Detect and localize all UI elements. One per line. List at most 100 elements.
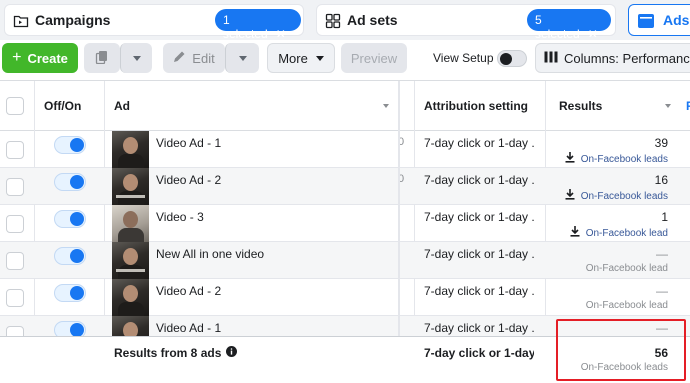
results-summary-label: Results from 8 ads [114,346,238,360]
ad-sets-selected-pill[interactable]: 5 selected ✕ [527,9,611,41]
highlight-annotation-box [556,319,686,381]
columns-label: Columns: Performance [564,50,690,66]
header-ad[interactable]: Ad [114,99,130,113]
result-type[interactable]: On-Facebook lead [570,226,668,240]
toggle-knob [70,249,84,263]
ad-status-toggle[interactable] [54,210,86,228]
ad-sets-selected-count: 5 selected [535,13,580,41]
row-checkbox[interactable] [6,141,24,159]
tab-ad-sets[interactable]: Ad sets 5 selected ✕ [316,4,616,41]
attribution-cell: 7-day click or 1-day ... [424,173,534,187]
create-button[interactable]: + Create [2,43,78,73]
tab-campaigns[interactable]: Campaigns 1 selected ✕ [4,4,304,41]
ad-status-toggle[interactable] [54,284,86,302]
tab-ads[interactable]: Ads [628,4,690,36]
create-label: Create [27,50,68,66]
ad-status-toggle[interactable] [54,136,86,154]
toggle-knob [70,138,84,152]
sort-caret-icon[interactable] [665,104,671,108]
header-attribution-setting[interactable]: Attribution setting [424,99,528,113]
table-row[interactable]: Video Ad - 2 0 7-day click or 1-day ... … [0,168,690,205]
grid-icon [325,13,341,34]
edit-dropdown-button[interactable] [225,43,259,73]
chevron-down-icon [315,55,324,61]
toolbar: + Create Edit More Preview View Setup Co… [0,40,690,80]
ad-status-toggle[interactable] [54,173,86,191]
plus-icon: + [12,49,22,66]
edit-label: Edit [192,50,215,66]
ad-name[interactable]: Video Ad - 2 [156,173,221,187]
ad-name[interactable]: New All in one video [156,247,264,261]
edit-button[interactable]: Edit [163,43,225,73]
attribution-cell: 7-day click or 1-day ... [424,136,534,150]
close-icon[interactable]: ✕ [276,27,286,41]
row-checkbox[interactable] [6,289,24,307]
ad-name[interactable]: Video Ad - 1 [156,321,221,335]
ad-thumbnail[interactable] [112,131,149,168]
summary-label-text: Results from 8 ads [114,346,222,360]
ad-status-toggle[interactable] [54,247,86,265]
attribution-cell: 7-day click or 1-day ... [424,284,534,298]
row-checkbox[interactable] [6,252,24,270]
result-type[interactable]: On-Facebook leads [565,189,668,203]
ad-thumbnail[interactable] [112,242,149,279]
toggle-knob [70,286,84,300]
table-row[interactable]: New All in one video 7-day click or 1-da… [0,242,690,279]
table-row[interactable]: Video Ad - 2 7-day click or 1-day ... — … [0,279,690,316]
row-checkbox[interactable] [6,215,24,233]
result-value: — [656,284,668,298]
table-row[interactable]: Video Ad - 1 0 7-day click or 1-day ... … [0,131,690,168]
header-results[interactable]: Results [559,99,602,113]
result-value: 1 [661,210,668,224]
preview-button[interactable]: Preview [341,43,407,73]
duplicate-button[interactable] [84,43,120,73]
ad-thumbnail[interactable] [112,279,149,316]
close-icon[interactable]: ✕ [588,27,598,41]
toggle-knob [70,175,84,189]
ad-icon [637,13,655,34]
chevron-down-icon [238,55,247,61]
header-next-column-edge: R [686,99,690,113]
info-icon[interactable] [226,346,238,360]
result-type-label: On-Facebook lead [585,300,668,311]
campaigns-selected-count: 1 selected [223,13,268,41]
result-value: 16 [654,173,668,187]
download-icon[interactable] [565,189,575,203]
table-row[interactable]: Video - 3 7-day click or 1-day ... 1 On-… [0,205,690,242]
view-setup-label: View Setup [433,51,494,65]
result-type: On-Facebook lead [586,300,668,311]
ad-name[interactable]: Video Ad - 2 [156,284,221,298]
duplicate-dropdown-button[interactable] [120,43,152,73]
download-icon[interactable] [565,152,575,166]
result-value: — [656,247,668,261]
preview-label: Preview [350,50,398,66]
attribution-cell: 7-day click or 1-day ... [424,247,534,261]
view-setup-toggle[interactable] [497,50,527,67]
more-button[interactable]: More [267,43,335,73]
ad-thumbnail[interactable] [112,168,149,205]
tab-campaigns-label: Campaigns [35,12,111,28]
ad-name[interactable]: Video - 3 [156,210,204,224]
ads-table: Off/On Ad Attribution setting Results R … [0,80,690,383]
columns-button[interactable]: Columns: Performance [535,43,690,73]
folder-icon [13,13,29,34]
tab-ads-label: Ads [663,12,690,28]
duplicate-icon [95,50,109,67]
frozen-column-divider [398,81,400,336]
ad-name[interactable]: Video Ad - 1 [156,136,221,150]
summary-attribution: 7-day click or 1-day ... [424,346,534,360]
campaigns-selected-pill[interactable]: 1 selected ✕ [215,9,301,41]
level-tabs: Campaigns 1 selected ✕ Ad sets 5 selected… [0,0,690,41]
toggle-knob [70,323,84,337]
sort-caret-icon[interactable] [383,104,389,108]
chevron-down-icon [132,55,141,61]
more-label: More [278,50,308,66]
result-value: 39 [654,136,668,150]
result-type-label: On-Facebook lead [585,263,668,274]
download-icon[interactable] [570,226,580,240]
ad-thumbnail[interactable] [112,205,149,242]
tab-ad-sets-label: Ad sets [347,12,398,28]
row-checkbox[interactable] [6,178,24,196]
result-type[interactable]: On-Facebook leads [565,152,668,166]
select-all-checkbox[interactable] [6,97,24,115]
